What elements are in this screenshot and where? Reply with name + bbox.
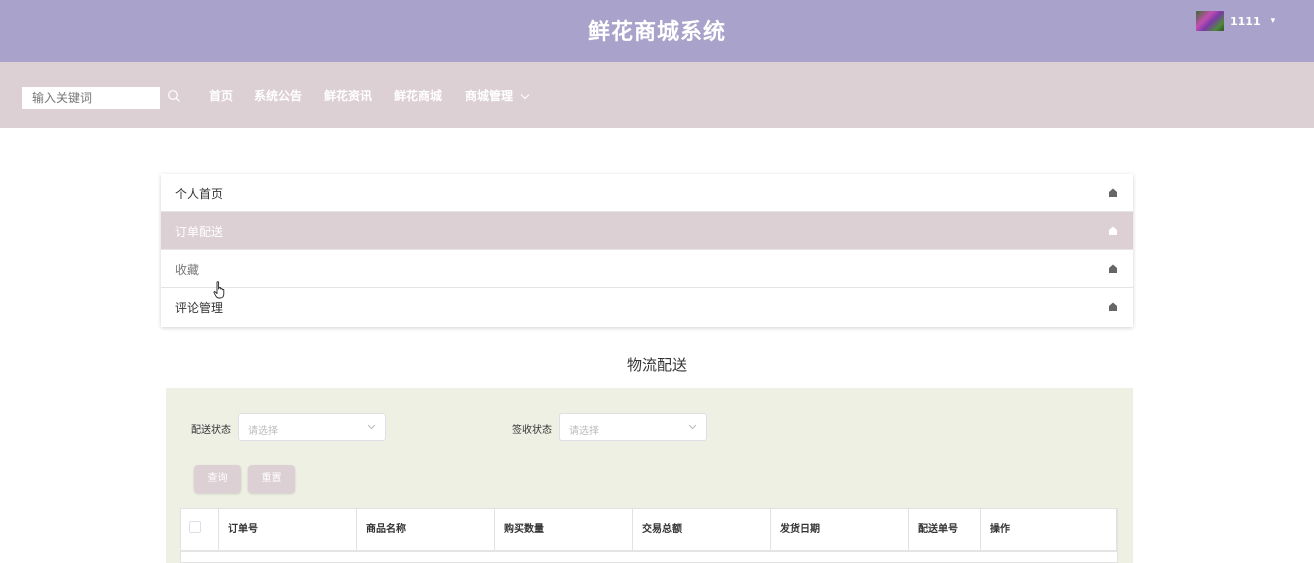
hand-pointer-icon bbox=[213, 281, 225, 299]
chevron-down-icon bbox=[367, 424, 376, 430]
menu-item-label: 订单配送 bbox=[175, 225, 224, 239]
caret-down-icon[interactable]: ▾ bbox=[1271, 16, 1276, 26]
select-placeholder: 请选择 bbox=[248, 426, 278, 437]
menu-item-comment-management[interactable]: 评论管理 bbox=[161, 288, 1133, 326]
filter-panel: 配送状态 请选择 签收状态 请选择 查询 重置 订单号 商品名称 购买数量 交易… bbox=[166, 388, 1133, 563]
menu-item-personal-home[interactable]: 个人首页 bbox=[161, 174, 1133, 212]
query-button[interactable]: 查询 bbox=[194, 465, 241, 493]
home-icon bbox=[1109, 226, 1117, 235]
user-name[interactable]: 1111 bbox=[1230, 15, 1261, 28]
column-header-actions: 操作 bbox=[981, 509, 1117, 550]
delivery-status-select[interactable]: 请选择 bbox=[238, 413, 386, 441]
search-icon[interactable] bbox=[167, 89, 181, 103]
nav-item-shop-management-label: 商城管理 bbox=[465, 89, 514, 103]
delivery-status-label: 配送状态 bbox=[191, 425, 231, 436]
delivery-table: 订单号 商品名称 购买数量 交易总额 发货日期 配送单号 操作 bbox=[180, 508, 1118, 563]
select-all-cell bbox=[181, 509, 219, 550]
select-placeholder: 请选择 bbox=[569, 426, 599, 437]
column-header-ship-date: 发货日期 bbox=[771, 509, 909, 550]
section-title: 物流配送 bbox=[626, 356, 687, 374]
chevron-down-icon bbox=[520, 94, 530, 100]
reset-button[interactable]: 重置 bbox=[248, 465, 295, 493]
nav-item-flower-shop[interactable]: 鲜花商城 bbox=[394, 87, 442, 105]
column-header-product-name: 商品名称 bbox=[357, 509, 495, 550]
nav-item-flower-news[interactable]: 鲜花资讯 bbox=[324, 87, 372, 105]
sign-status-select[interactable]: 请选择 bbox=[559, 413, 707, 441]
nav-item-shop-management[interactable]: 商城管理 bbox=[465, 87, 530, 105]
nav-item-home[interactable]: 首页 bbox=[209, 87, 233, 105]
site-title: 鲜花商城系统 bbox=[587, 20, 726, 45]
home-icon bbox=[1109, 188, 1117, 197]
column-header-delivery-no: 配送单号 bbox=[909, 509, 981, 550]
menu-item-order-delivery[interactable]: 订单配送 bbox=[161, 212, 1133, 250]
column-header-total-amount: 交易总额 bbox=[633, 509, 771, 550]
home-icon bbox=[1109, 264, 1117, 273]
menu-item-favorites[interactable]: 收藏 bbox=[161, 250, 1133, 288]
menu-item-label: 个人首页 bbox=[175, 187, 224, 201]
sign-status-label: 签收状态 bbox=[512, 425, 552, 436]
user-menu[interactable]: 1111 ▾ bbox=[1196, 10, 1275, 32]
select-all-checkbox[interactable] bbox=[189, 521, 201, 533]
avatar[interactable] bbox=[1196, 11, 1224, 31]
top-header: 鲜花商城系统 1111 ▾ bbox=[0, 0, 1314, 62]
nav-bar: 首页 系统公告 鲜花资讯 鲜花商城 商城管理 bbox=[0, 62, 1314, 128]
user-center-menu: 个人首页 订单配送 收藏 评论管理 bbox=[161, 174, 1133, 327]
menu-item-label: 评论管理 bbox=[175, 301, 224, 315]
nav-item-announcements[interactable]: 系统公告 bbox=[254, 87, 302, 105]
search-input[interactable] bbox=[22, 87, 160, 109]
chevron-down-icon bbox=[688, 424, 697, 430]
column-header-quantity: 购买数量 bbox=[495, 509, 633, 550]
table-header-divider bbox=[181, 550, 1117, 552]
column-header-order-no: 订单号 bbox=[219, 509, 357, 550]
menu-item-label: 收藏 bbox=[175, 263, 200, 277]
home-icon bbox=[1109, 302, 1117, 311]
